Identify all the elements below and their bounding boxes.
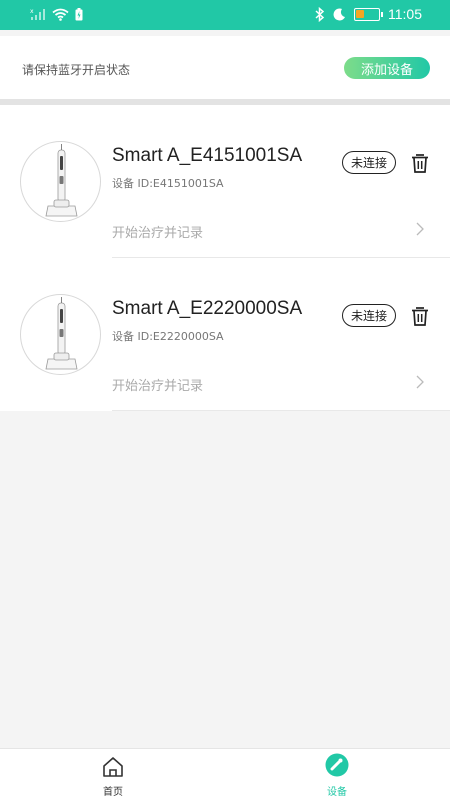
device-id: 设备 ID:E4151001SA	[112, 177, 224, 190]
add-device-button[interactable]: 添加设备	[344, 57, 430, 79]
status-time: 11:05	[388, 6, 422, 22]
row-divider	[112, 410, 450, 411]
device-list: Smart A_E4151001SA 设备 ID:E4151001SA 未连接 …	[0, 105, 450, 411]
trash-icon[interactable]	[410, 152, 430, 174]
chevron-right-icon[interactable]	[415, 375, 425, 389]
handpiece-illustration	[45, 144, 78, 217]
svg-text:x: x	[30, 8, 34, 15]
device-image	[20, 141, 101, 222]
device-card: Smart A_E2220000SA 设备 ID:E2220000SA 未连接 …	[0, 258, 450, 411]
device-id: 设备 ID:E2220000SA	[112, 330, 224, 343]
battery-level	[356, 9, 365, 18]
nav-item-home[interactable]: 首页	[83, 749, 143, 800]
home-icon	[103, 757, 123, 777]
charging-icon	[75, 7, 83, 20]
bluetooth-icon	[315, 6, 325, 22]
device-name: Smart A_E2220000SA	[112, 298, 303, 319]
start-treatment-link[interactable]: 开始治疗并记录	[112, 222, 203, 241]
battery-icon	[354, 7, 383, 21]
trash-icon[interactable]	[410, 305, 430, 327]
bottom-nav: 首页 设备	[0, 748, 450, 800]
connection-status-badge[interactable]: 未连接	[342, 304, 396, 327]
start-treatment-link[interactable]: 开始治疗并记录	[112, 375, 203, 394]
device-image	[20, 294, 101, 375]
handpiece-illustration	[45, 297, 78, 370]
chevron-right-icon[interactable]	[415, 222, 425, 236]
device-name: Smart A_E4151001SA	[112, 145, 303, 166]
connection-status-badge[interactable]: 未连接	[342, 151, 396, 174]
status-left-icons: x	[30, 7, 83, 21]
device-icon	[325, 753, 349, 777]
status-bar: x 11:05	[0, 0, 450, 30]
nav-label-home: 首页	[103, 787, 123, 798]
nav-label-device: 设备	[327, 787, 347, 798]
moon-icon	[333, 7, 345, 20]
status-right-icons: 11:05	[315, 6, 422, 22]
bluetooth-hint: 请保持蓝牙开启状态	[22, 63, 131, 77]
device-card: Smart A_E4151001SA 设备 ID:E4151001SA 未连接 …	[0, 105, 450, 258]
no-signal-icon: x	[30, 8, 45, 20]
nav-item-device[interactable]: 设备	[307, 749, 367, 800]
wifi-icon	[52, 8, 69, 21]
